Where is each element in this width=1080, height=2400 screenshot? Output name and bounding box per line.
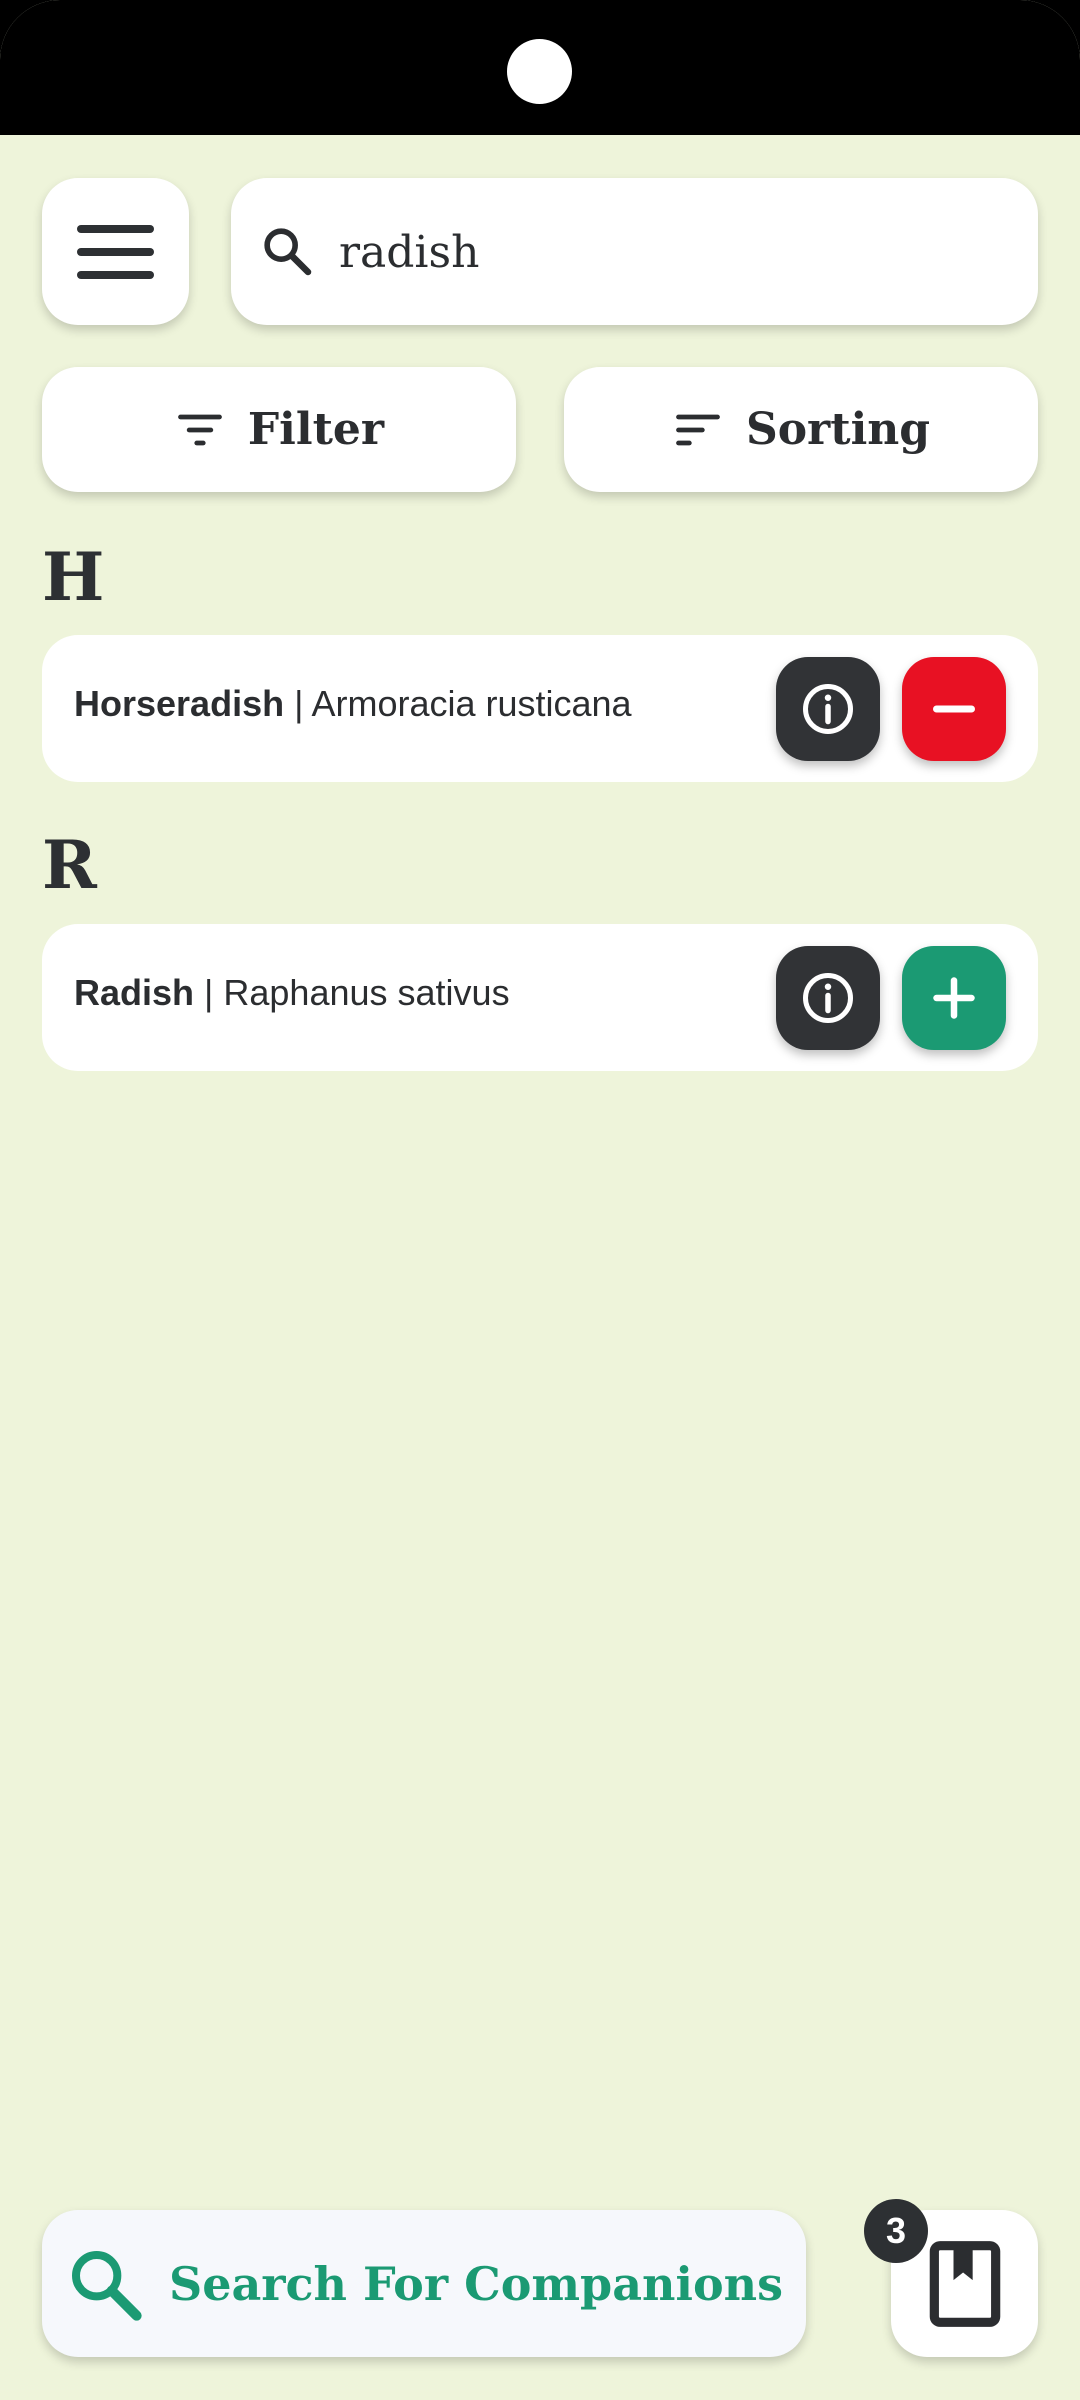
- plus-icon: [933, 977, 975, 1019]
- info-icon: [803, 973, 853, 1023]
- bookmark-count-badge: 3: [864, 2199, 928, 2263]
- filter-icon: [178, 414, 222, 445]
- menu-button[interactable]: [42, 178, 189, 325]
- search-bar[interactable]: [231, 178, 1038, 325]
- plant-latin-name: Armoracia rusticana: [311, 683, 632, 724]
- sorting-label: Sorting: [745, 404, 931, 455]
- remove-button[interactable]: [902, 657, 1006, 761]
- name-separator: |: [194, 972, 224, 1013]
- info-button[interactable]: [776, 657, 880, 761]
- sort-icon: [676, 414, 720, 445]
- section-header-r: R: [42, 826, 97, 904]
- filter-label: Filter: [247, 404, 385, 455]
- section-header-h: H: [42, 538, 105, 616]
- search-companions-label: Search For Companions: [169, 2256, 783, 2311]
- add-button[interactable]: [902, 946, 1006, 1050]
- minus-icon: [933, 705, 975, 713]
- plant-latin-name: Raphanus sativus: [223, 972, 510, 1013]
- plant-row-radish[interactable]: Radish | Raphanus sativus: [42, 924, 1038, 1071]
- status-bar: [0, 0, 1080, 135]
- info-icon: [803, 684, 853, 734]
- search-icon: [264, 228, 312, 276]
- search-input[interactable]: [337, 208, 1001, 297]
- app-screen: Filter Sorting H Horseradish | Armoracia…: [0, 0, 1080, 2400]
- search-companions-button[interactable]: Search For Companions: [42, 2210, 806, 2357]
- filter-button[interactable]: Filter: [42, 367, 516, 492]
- name-separator: |: [284, 683, 312, 724]
- camera-cutout: [507, 39, 572, 104]
- plant-common-name: Radish: [74, 972, 195, 1013]
- search-icon: [72, 2250, 142, 2321]
- bookmark-book-icon: [929, 2240, 1000, 2327]
- plant-name: Horseradish | Armoracia rusticana: [74, 683, 632, 725]
- plant-row-horseradish[interactable]: Horseradish | Armoracia rusticana: [42, 635, 1038, 782]
- info-button[interactable]: [776, 946, 880, 1050]
- plant-name: Radish | Raphanus sativus: [74, 972, 510, 1014]
- plant-common-name: Horseradish: [74, 683, 285, 724]
- sorting-button[interactable]: Sorting: [564, 367, 1038, 492]
